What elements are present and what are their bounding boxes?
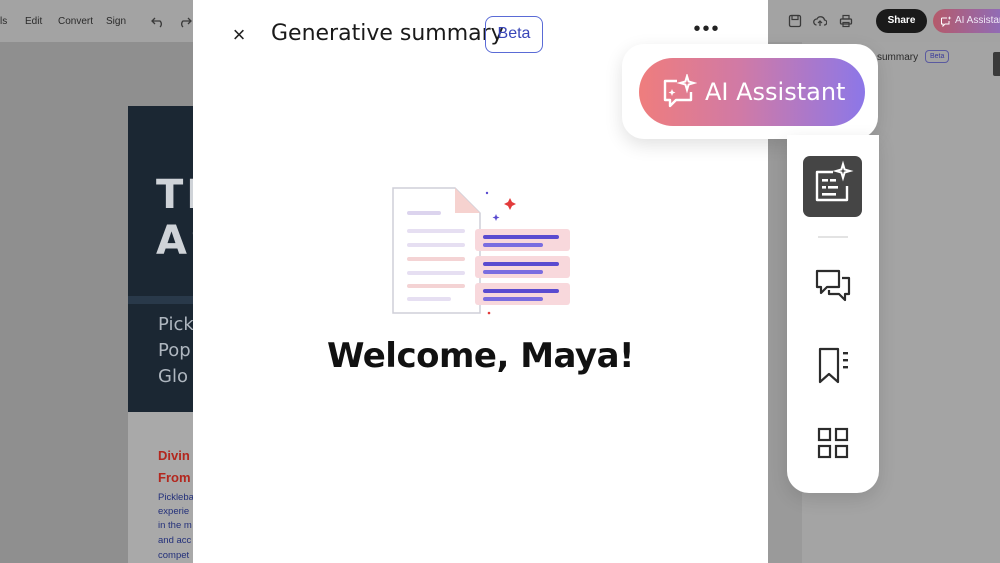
hero-subtitle-line-2: Pop — [158, 340, 191, 361]
background-panel-toggle[interactable] — [993, 52, 1000, 76]
share-button[interactable]: Share — [876, 9, 927, 33]
hero-subtitle-line-1: Pick — [158, 314, 194, 335]
background-beta-badge: Beta — [925, 50, 950, 63]
grid-icon[interactable] — [813, 423, 853, 463]
body-line-3: in the m — [158, 520, 192, 531]
body-line-4: and acc — [158, 535, 192, 546]
more-options-button[interactable]: ••• — [691, 19, 723, 44]
hero-subtitle-line-3: Glo — [158, 366, 188, 387]
close-button[interactable]: × — [228, 24, 250, 46]
save-icon[interactable] — [788, 14, 802, 28]
upload-cloud-icon[interactable] — [813, 14, 827, 28]
undo-icon[interactable] — [151, 14, 165, 28]
section-heading-line-1: Divin — [158, 448, 190, 463]
summary-illustration — [392, 187, 570, 315]
generative-summary-icon — [815, 160, 854, 202]
ai-assistant-label: AI Assistant — [705, 78, 846, 106]
rail-divider — [818, 236, 848, 238]
body-line-2: experie — [158, 506, 190, 517]
menu-sign[interactable]: Sign — [106, 16, 126, 27]
ai-assistant-toolbar-button[interactable]: AI Assistan — [933, 9, 1000, 33]
ai-chat-sparkle-icon — [663, 74, 697, 108]
rail-item-generative-summary[interactable] — [803, 156, 862, 217]
hero-title-line-2: AS — [156, 218, 198, 264]
hero-title-line-1: TH — [156, 172, 198, 218]
menu-convert[interactable]: Convert — [58, 16, 93, 27]
body-line-1: Pickleba — [158, 492, 194, 503]
background-summary-title: summary — [877, 52, 919, 63]
body-line-5: compet — [158, 550, 190, 561]
redo-icon[interactable] — [178, 14, 192, 28]
hero-divider — [128, 296, 198, 304]
bookmark-icon[interactable] — [813, 346, 853, 386]
comments-icon[interactable] — [813, 267, 853, 307]
panel-title: Generative summary — [271, 21, 504, 46]
print-icon[interactable] — [839, 14, 853, 28]
welcome-message: Welcome, Maya! — [326, 336, 635, 376]
beta-badge: Beta — [485, 16, 543, 53]
ai-sparkle-icon — [941, 16, 952, 27]
menu-edit[interactable]: Edit — [25, 16, 42, 27]
menu-tools-partial[interactable]: ls — [0, 16, 7, 27]
ai-assistant-toolbar-label: AI Assistan — [955, 15, 1000, 26]
section-heading-line-2: From — [158, 470, 191, 485]
ai-assistant-button[interactable]: AI Assistant — [639, 58, 865, 126]
document-page: TH AS Pick Pop Glo Divin From Pickleba e… — [128, 106, 198, 563]
document-hero: TH AS Pick Pop Glo — [128, 106, 198, 412]
